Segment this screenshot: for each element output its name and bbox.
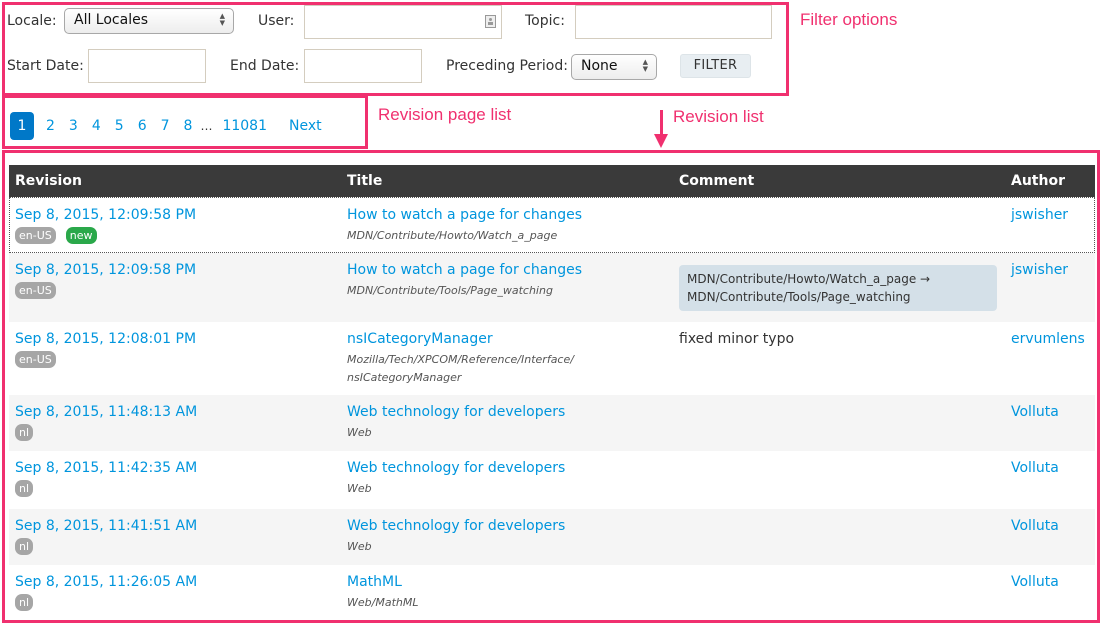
table-row[interactable]: Sep 8, 2015, 11:48:13 AM nl Web technolo… xyxy=(9,395,1095,451)
author-link[interactable]: Volluta xyxy=(1011,460,1059,476)
select-arrows-icon: ▲ ▼ xyxy=(642,58,648,73)
preceding-period-value: None xyxy=(581,58,618,74)
table-row[interactable]: Sep 8, 2015, 11:26:05 AM nl MathML Web/M… xyxy=(9,565,1095,621)
start-date-input[interactable] xyxy=(88,49,206,83)
table-header: Revision Title Comment Author xyxy=(9,165,1095,197)
locale-badge: nl xyxy=(15,538,34,555)
author-link[interactable]: jswisher xyxy=(1011,262,1068,278)
revision-comment: fixed minor typo xyxy=(679,331,795,347)
page-title-link[interactable]: MathML xyxy=(347,574,402,590)
revision-date-link[interactable]: Sep 8, 2015, 12:09:58 PM xyxy=(15,207,196,223)
page-title-link[interactable]: nsICategoryManager xyxy=(347,331,493,347)
locale-badge: nl xyxy=(15,594,34,611)
start-date-label: Start Date: xyxy=(7,58,84,74)
arrow-head-icon xyxy=(654,134,668,148)
revision-date-link[interactable]: Sep 8, 2015, 11:48:13 AM xyxy=(15,404,197,420)
column-header-comment: Comment xyxy=(679,173,755,189)
page-slug: Web xyxy=(347,482,372,495)
author-link[interactable]: Volluta xyxy=(1011,574,1059,590)
page-slug: MDN/Contribute/Tools/Page_watching xyxy=(347,284,553,297)
next-page-link[interactable]: Next xyxy=(289,112,322,140)
page-slug: MDN/Contribute/Howto/Watch_a_page xyxy=(347,229,558,242)
author-link[interactable]: Volluta xyxy=(1011,518,1059,534)
revision-date-link[interactable]: Sep 8, 2015, 11:42:35 AM xyxy=(15,460,197,476)
page-link-current[interactable]: 1 xyxy=(10,112,34,140)
author-link[interactable]: Volluta xyxy=(1011,404,1059,420)
topic-label: Topic: xyxy=(525,13,565,29)
page-slug: Web xyxy=(347,540,372,553)
page-link[interactable]: 8 xyxy=(184,112,193,140)
page-slug: Web/MathML xyxy=(347,596,419,609)
page-link[interactable]: 2 xyxy=(46,112,55,140)
pagination-ellipsis: … xyxy=(200,119,213,133)
revision-table: Revision Title Comment Author Sep 8, 201… xyxy=(9,165,1095,621)
page-link[interactable]: 3 xyxy=(69,112,78,140)
end-date-label: End Date: xyxy=(230,58,300,74)
table-row[interactable]: Sep 8, 2015, 11:42:35 AM nl Web technolo… xyxy=(9,451,1095,509)
author-link[interactable]: jswisher xyxy=(1011,207,1068,223)
filter-button[interactable]: FILTER xyxy=(680,54,751,78)
pagination: 1 2 3 4 5 6 7 8 … 11081 Next xyxy=(10,112,336,140)
preceding-period-select[interactable]: None ▲ ▼ xyxy=(571,54,657,80)
contact-card-icon[interactable] xyxy=(485,15,496,28)
locale-select[interactable]: All Locales ▲ ▼ xyxy=(64,8,234,34)
table-row[interactable]: Sep 8, 2015, 12:09:58 PM en-US How to wa… xyxy=(9,253,1095,322)
locale-label: Locale: xyxy=(7,13,57,29)
page-link[interactable]: 4 xyxy=(92,112,101,140)
column-header-author: Author xyxy=(1011,173,1065,189)
end-date-input[interactable] xyxy=(304,49,422,83)
page-title-link[interactable]: How to watch a page for changes xyxy=(347,262,582,278)
column-header-title: Title xyxy=(347,173,383,189)
revision-date-link[interactable]: Sep 8, 2015, 11:26:05 AM xyxy=(15,574,197,590)
new-badge: new xyxy=(65,227,97,244)
page-link[interactable]: 7 xyxy=(161,112,170,140)
page-link-last[interactable]: 11081 xyxy=(222,112,267,140)
locale-badge: nl xyxy=(15,480,34,497)
topic-input[interactable] xyxy=(575,5,772,39)
table-row[interactable]: Sep 8, 2015, 11:41:51 AM nl Web technolo… xyxy=(9,509,1095,565)
page-slug: Mozilla/Tech/XPCOM/Reference/Interface/n… xyxy=(347,353,574,384)
page-link[interactable]: 5 xyxy=(115,112,124,140)
preceding-period-label: Preceding Period: xyxy=(446,58,568,74)
move-comment: MDN/Contribute/Howto/Watch_a_page → MDN/… xyxy=(679,265,997,311)
page-title-link[interactable]: How to watch a page for changes xyxy=(347,207,582,223)
revision-date-link[interactable]: Sep 8, 2015, 12:09:58 PM xyxy=(15,262,196,278)
table-row[interactable]: Sep 8, 2015, 12:09:58 PM en-US new How t… xyxy=(9,197,1095,253)
author-link[interactable]: ervumlens xyxy=(1011,331,1085,347)
locale-select-value: All Locales xyxy=(74,12,148,28)
page-slug: Web xyxy=(347,426,372,439)
user-label: User: xyxy=(258,13,295,29)
user-input[interactable] xyxy=(304,5,502,39)
revision-date-link[interactable]: Sep 8, 2015, 12:08:01 PM xyxy=(15,331,196,347)
table-row[interactable]: Sep 8, 2015, 12:08:01 PM en-US nsICatego… xyxy=(9,322,1095,395)
filter-options-annotation: Filter options xyxy=(800,10,898,29)
locale-badge: nl xyxy=(15,424,34,441)
select-arrows-icon: ▲ ▼ xyxy=(219,12,225,27)
revision-page-list-annotation: Revision page list xyxy=(378,105,512,124)
locale-badge: en-US xyxy=(15,282,56,299)
column-header-revision: Revision xyxy=(15,173,82,189)
locale-badge: en-US xyxy=(15,351,56,368)
page-title-link[interactable]: Web technology for developers xyxy=(347,518,565,534)
locale-badge: en-US xyxy=(15,227,56,244)
page-title-link[interactable]: Web technology for developers xyxy=(347,404,565,420)
revision-date-link[interactable]: Sep 8, 2015, 11:41:51 AM xyxy=(15,518,197,534)
page-link[interactable]: 6 xyxy=(138,112,147,140)
revision-list-annotation: Revision list xyxy=(673,107,764,126)
page-title-link[interactable]: Web technology for developers xyxy=(347,460,565,476)
